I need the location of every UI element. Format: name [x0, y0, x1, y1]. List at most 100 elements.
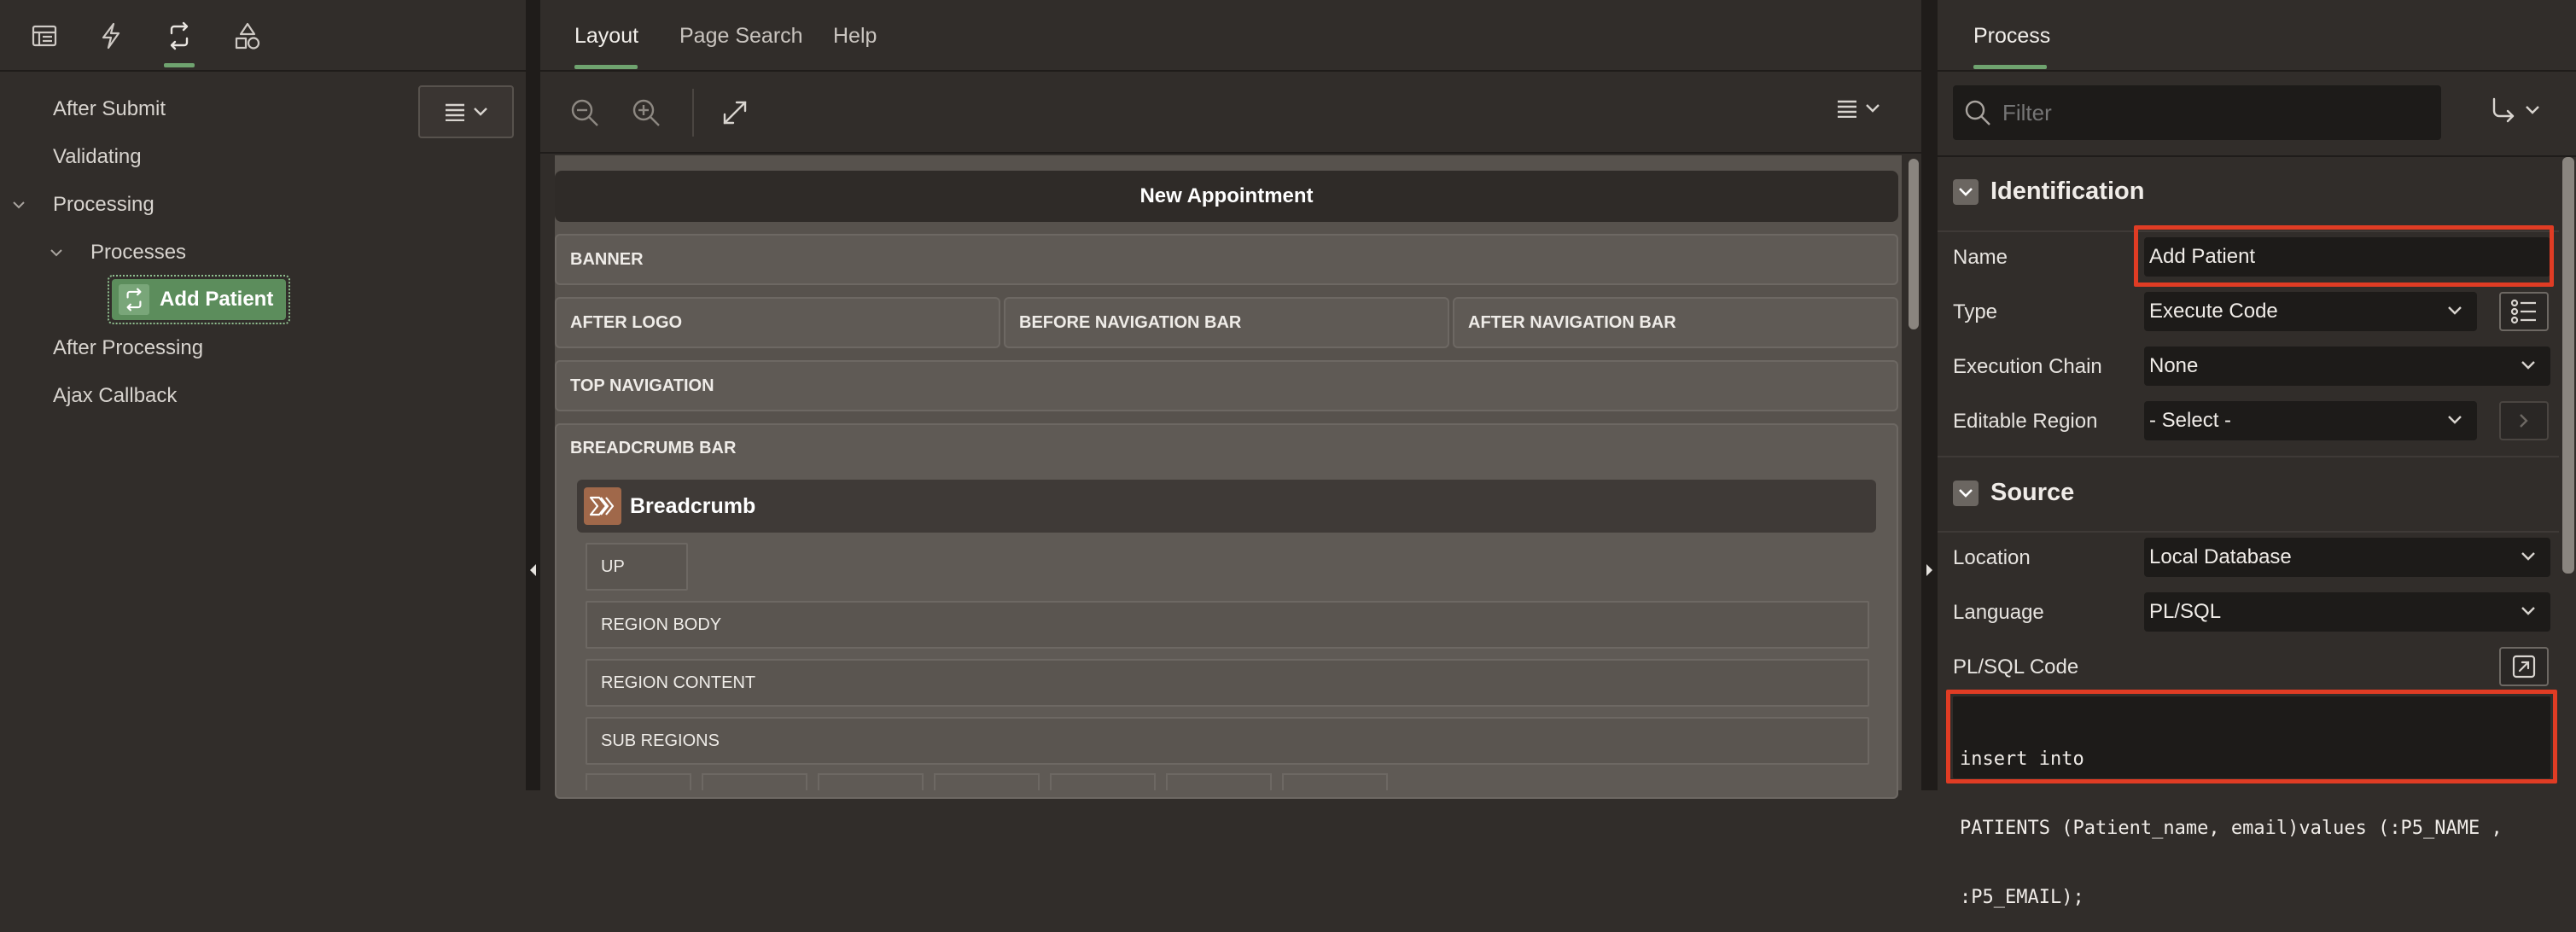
- open-editor-icon: [2512, 655, 2536, 679]
- section-source[interactable]: Source: [1953, 479, 2074, 507]
- chevron-right-icon: [2520, 414, 2528, 428]
- chevron-down-icon: [1953, 480, 1979, 506]
- chevron-down-icon: [2448, 416, 2462, 424]
- highlight-box: [2134, 225, 2554, 287]
- tree-item-add-patient[interactable]: Add Patient: [108, 275, 290, 324]
- filter-input[interactable]: [1953, 85, 2441, 140]
- editable-region-label: Editable Region: [1953, 410, 2098, 433]
- tab-page-search[interactable]: Page Search: [679, 24, 803, 49]
- chevron-down-icon[interactable]: [50, 246, 63, 259]
- type-select[interactable]: Execute Code: [2144, 292, 2477, 331]
- right-tab-bar: Process: [1938, 0, 2576, 72]
- subregion-sub-regions[interactable]: SUB REGIONS: [586, 717, 1869, 765]
- highlight-box: [1946, 690, 2557, 783]
- subregion-up[interactable]: UP: [586, 543, 688, 591]
- tree-item-processing[interactable]: Processing: [53, 193, 154, 217]
- region-top-navigation[interactable]: TOP NAVIGATION: [555, 360, 1898, 411]
- tree-item-processes[interactable]: Processes: [90, 241, 186, 265]
- code-editor-open-button[interactable]: [2499, 647, 2549, 686]
- execution-chain-value: None: [2149, 354, 2199, 377]
- section-identification[interactable]: Identification: [1953, 178, 2144, 206]
- tree-item-validating[interactable]: Validating: [53, 145, 142, 169]
- list-icon: [2510, 299, 2536, 324]
- section-title: Identification: [1990, 178, 2145, 205]
- chevron-down-icon: [2448, 306, 2462, 315]
- name-label: Name: [1953, 246, 2008, 269]
- layout-toolbar: [540, 73, 1921, 154]
- chevron-down-icon[interactable]: [12, 198, 26, 212]
- expand-icon[interactable]: [720, 97, 750, 128]
- editable-region-go-button[interactable]: [2499, 401, 2549, 440]
- collapse-right-icon[interactable]: [1926, 563, 1934, 577]
- filter-field[interactable]: [2002, 99, 2412, 126]
- right-splitter[interactable]: [1921, 0, 1938, 790]
- location-value: Local Database: [2149, 545, 2292, 568]
- left-panel: After Submit Validating Processing Proce…: [0, 0, 526, 790]
- tree-item-ajax-callback[interactable]: Ajax Callback: [53, 384, 177, 408]
- active-tab-indicator: [1973, 65, 2047, 69]
- zoom-in-icon[interactable]: [631, 97, 661, 128]
- canvas-scrollbar[interactable]: [1909, 159, 1919, 329]
- search-icon: [1965, 100, 1990, 125]
- processing-icon[interactable]: [162, 19, 196, 53]
- code-line: PATIENTS (Patient_name, email)values (:P…: [1960, 818, 2503, 839]
- region-after-logo[interactable]: AFTER LOGO: [555, 297, 1000, 348]
- language-value: PL/SQL: [2149, 600, 2222, 623]
- region-before-navigation-bar[interactable]: BEFORE NAVIGATION BAR: [1004, 297, 1449, 348]
- chevron-down-icon: [2521, 607, 2535, 615]
- location-select[interactable]: Local Database: [2144, 538, 2550, 577]
- dynamic-actions-icon[interactable]: [94, 19, 128, 53]
- collapse-left-icon[interactable]: [528, 563, 537, 577]
- execution-chain-label: Execution Chain: [1953, 355, 2102, 378]
- chevron-down-icon: [2526, 106, 2539, 114]
- chevron-down-icon: [2521, 552, 2535, 561]
- menu-icon: [446, 103, 464, 121]
- tree-item-after-submit[interactable]: After Submit: [53, 97, 166, 121]
- type-info-button[interactable]: [2499, 292, 2549, 331]
- tree-menu-button[interactable]: [418, 85, 514, 138]
- go-to-group-button[interactable]: [2489, 96, 2540, 125]
- left-splitter[interactable]: [526, 0, 540, 790]
- toolbar-divider: [692, 89, 694, 137]
- chevron-down-icon: [474, 108, 487, 116]
- breadcrumb-icon: [584, 487, 621, 525]
- more-subregions-row: [586, 773, 1869, 790]
- layout-canvas: New Appointment BANNER AFTER LOGO BEFORE…: [555, 155, 1902, 799]
- tab-help[interactable]: Help: [833, 24, 877, 49]
- tab-process[interactable]: Process: [1973, 24, 2050, 49]
- active-tab-indicator: [574, 65, 638, 69]
- execution-chain-select[interactable]: None: [2144, 347, 2550, 386]
- chevron-down-icon: [1866, 104, 1880, 113]
- page-title-bar[interactable]: New Appointment: [555, 171, 1898, 222]
- layout-menu-button[interactable]: [1836, 99, 1880, 118]
- region-label: BREADCRUMB BAR: [570, 439, 737, 457]
- shared-components-icon[interactable]: [230, 19, 265, 53]
- menu-icon: [1838, 100, 1856, 118]
- tree-item-label: Add Patient: [160, 288, 274, 311]
- editable-region-select[interactable]: - Select -: [2144, 401, 2477, 440]
- go-to-group-icon: [2492, 97, 2515, 123]
- language-select[interactable]: PL/SQL: [2144, 592, 2550, 632]
- properties-scrollbar[interactable]: [2562, 157, 2574, 574]
- region-after-navigation-bar[interactable]: AFTER NAVIGATION BAR: [1453, 297, 1898, 348]
- editable-region-value: - Select -: [2149, 409, 2232, 432]
- subregion-region-body[interactable]: REGION BODY: [586, 601, 1869, 649]
- process-icon: [119, 284, 149, 315]
- left-tab-bar: [0, 0, 526, 72]
- breadcrumb-region[interactable]: Breadcrumb: [577, 480, 1876, 533]
- tab-layout[interactable]: Layout: [574, 24, 638, 49]
- zoom-out-icon[interactable]: [569, 97, 600, 128]
- rendering-icon[interactable]: [27, 19, 61, 53]
- location-label: Location: [1953, 546, 2031, 569]
- type-label: Type: [1953, 300, 1998, 323]
- active-tab-indicator: [164, 63, 195, 67]
- region-banner[interactable]: BANNER: [555, 234, 1898, 285]
- breadcrumb-title: Breadcrumb: [630, 493, 756, 518]
- language-label: Language: [1953, 601, 2044, 624]
- subregion-region-content[interactable]: REGION CONTENT: [586, 659, 1869, 707]
- chevron-down-icon: [1953, 178, 1979, 205]
- middle-tab-bar: Layout Page Search Help: [540, 0, 1921, 72]
- tree-item-after-processing[interactable]: After Processing: [53, 336, 203, 360]
- plsql-code-label: PL/SQL Code: [1953, 655, 2079, 679]
- code-line: :P5_EMAIL);: [1960, 887, 2084, 908]
